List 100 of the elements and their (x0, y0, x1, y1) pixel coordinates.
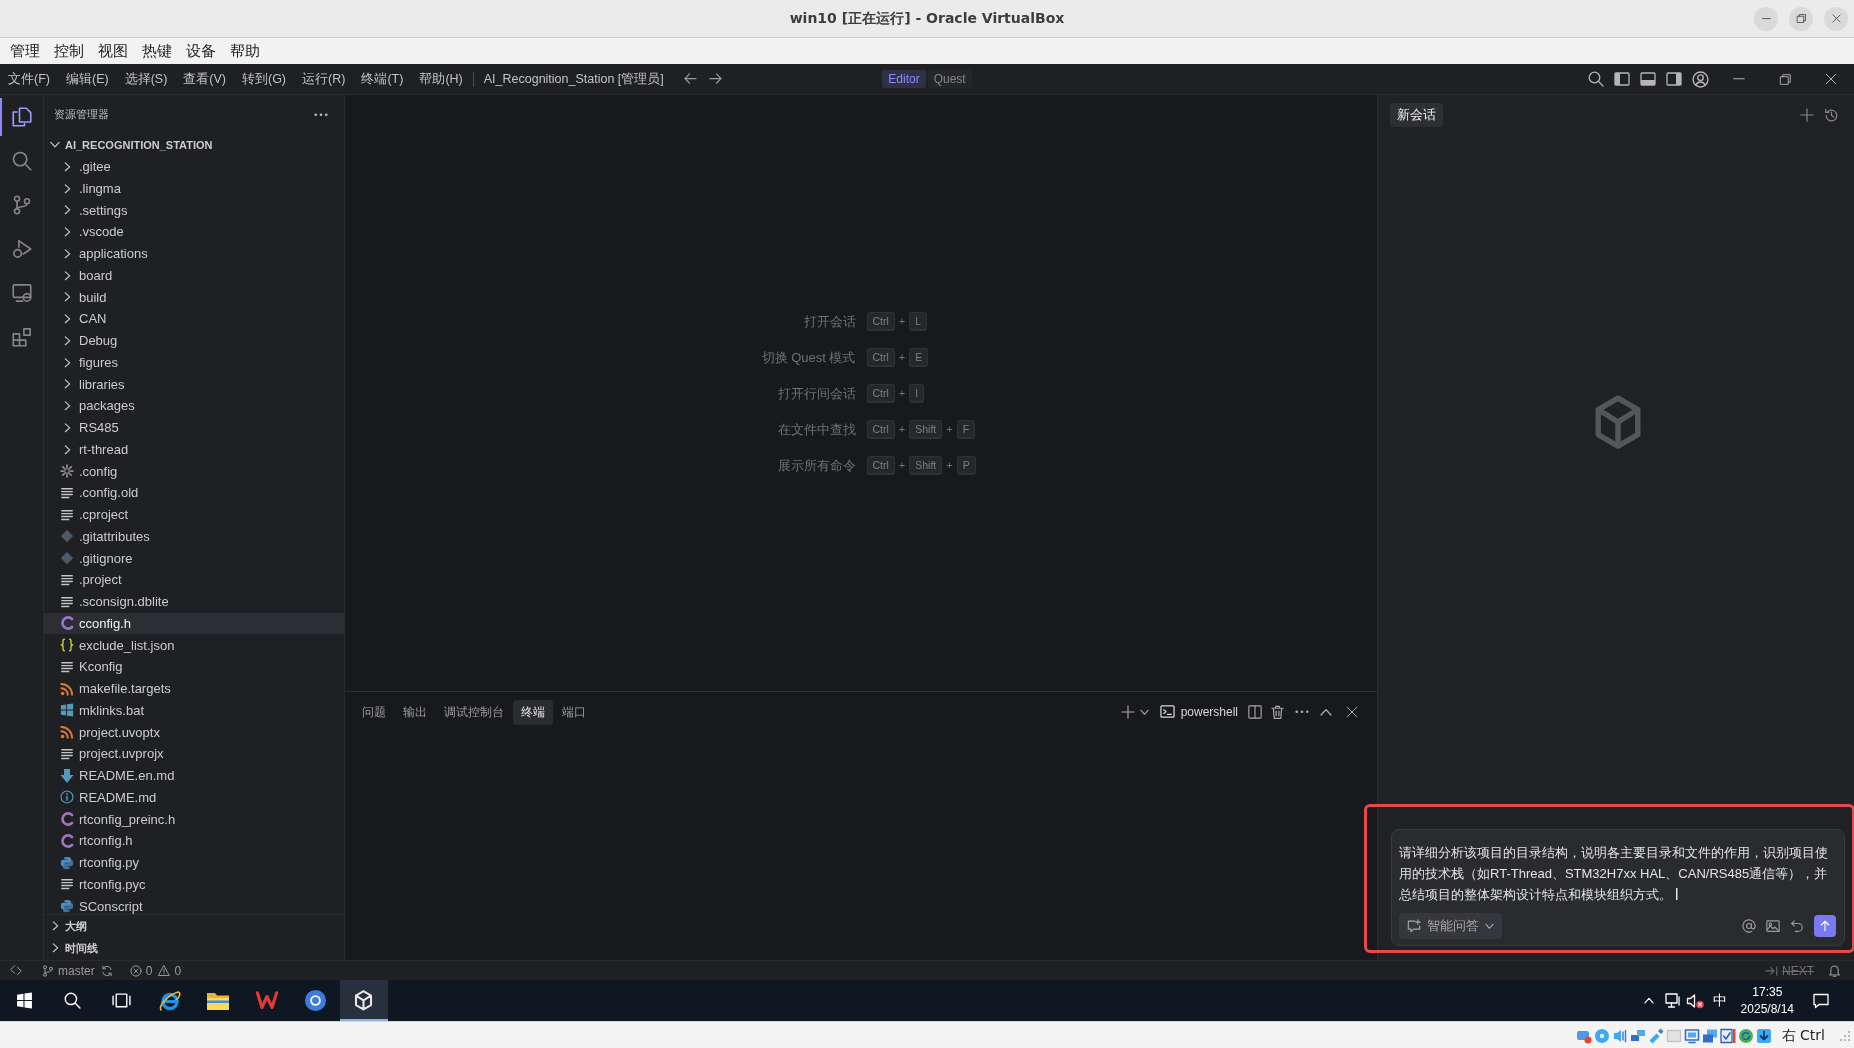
notification-icon[interactable] (1813, 992, 1829, 1009)
folder-item[interactable]: .settings (44, 199, 344, 221)
panel-tab[interactable]: 调试控制台 (436, 699, 512, 725)
folder-item[interactable]: rt-thread (44, 438, 344, 461)
section-header[interactable]: 大纲 (44, 915, 344, 937)
chevron-up-icon[interactable] (1320, 707, 1332, 717)
image-icon[interactable] (1766, 919, 1780, 933)
file-item[interactable]: exclude_list.json (44, 634, 344, 656)
more-icon[interactable] (1295, 710, 1309, 714)
error-count[interactable]: 0 (145, 963, 153, 978)
folder-item[interactable]: Debug (44, 329, 344, 352)
folder-item[interactable]: libraries (44, 373, 344, 395)
file-item[interactable]: .sconsign.dblite (44, 590, 344, 613)
trash-icon[interactable] (1271, 704, 1284, 720)
split-icon[interactable] (1248, 705, 1262, 719)
layout-left-icon[interactable] (1614, 72, 1630, 86)
menu-item[interactable]: 终端(T) (353, 70, 412, 88)
input-method-indicator[interactable]: 中 (1712, 991, 1727, 1010)
audio-icon[interactable] (1612, 1028, 1629, 1044)
mode-dropdown[interactable]: 智能问答 (1399, 913, 1502, 939)
menu-item[interactable]: 帮助 (223, 41, 267, 61)
file-item[interactable]: makefile.targets (44, 677, 344, 700)
panel-tab[interactable]: 问题 (354, 699, 394, 725)
menu-item[interactable]: 热键 (135, 41, 179, 61)
folder-item[interactable]: packages (44, 395, 344, 417)
two-screens-icon[interactable] (1630, 1028, 1647, 1044)
chat-input-field[interactable]: 请详细分析该项目的目录结构，说明各主要目录和文件的作用，识别项目使用的技术栈（如RT-Thread、STM32H7xx HAL、CAN/RS485通信等），并总结项目的整体架构设计特点和模块组织方式。 (1399, 842, 1839, 905)
project-root-item[interactable]: AI_RECOGNITION_STATION (44, 134, 344, 156)
branch-name[interactable]: master (58, 963, 95, 978)
at-sign-icon[interactable] (1742, 919, 1756, 933)
close-button[interactable] (1824, 6, 1848, 31)
checklist-icon[interactable] (1720, 1028, 1737, 1044)
file-item[interactable]: README.en.md (44, 764, 344, 787)
back-arrow-icon[interactable] (683, 73, 697, 85)
file-item[interactable]: README.md (44, 786, 344, 809)
folder-item[interactable]: CAN (44, 308, 344, 330)
menu-item[interactable]: 编辑(E) (57, 70, 117, 88)
folder-item[interactable]: board (44, 264, 344, 287)
folder-item[interactable]: .lingma (44, 177, 344, 200)
history-icon[interactable] (1824, 107, 1839, 123)
warning-count[interactable]: 0 (174, 963, 182, 978)
restore-button[interactable] (1789, 6, 1813, 31)
folder-item[interactable]: RS485 (44, 416, 344, 439)
account-icon[interactable] (1692, 70, 1709, 88)
file-item[interactable]: rtconfig_preinc.h (44, 808, 344, 830)
mode-toggle[interactable]: Editor (882, 70, 926, 88)
menu-item[interactable]: 设备 (179, 41, 223, 61)
speaker-muted-icon[interactable] (1685, 992, 1704, 1009)
folder-item[interactable]: .gitee (44, 155, 344, 178)
menu-item[interactable]: 控制 (47, 41, 91, 61)
sync-icon[interactable] (100, 964, 113, 977)
display-icon[interactable] (1684, 1028, 1701, 1044)
monitor-icon[interactable] (1664, 992, 1681, 1009)
hard-disk-icon[interactable] (1576, 1028, 1593, 1044)
file-item[interactable]: project.uvoptx (44, 721, 344, 743)
usb-stick-icon[interactable] (1648, 1028, 1665, 1044)
search-icon[interactable] (1588, 71, 1604, 87)
menu-item[interactable]: 管理 (3, 41, 47, 61)
menu-item[interactable]: 视图 (91, 41, 135, 61)
layout-right-icon[interactable] (1666, 72, 1682, 86)
taskbar-button[interactable] (339, 980, 388, 1021)
angle-brackets-icon[interactable] (10, 965, 22, 976)
menu-item[interactable]: 帮助(H) (411, 70, 471, 88)
plus-icon[interactable] (1120, 705, 1135, 719)
menu-item[interactable]: 转到(G) (234, 70, 295, 88)
menu-item[interactable]: 查看(V) (175, 70, 234, 88)
file-item[interactable]: Kconfig (44, 656, 344, 678)
send-button[interactable] (1814, 915, 1836, 937)
file-item[interactable]: rtconfig.h (44, 830, 344, 852)
bell-icon[interactable] (1828, 964, 1841, 977)
undo-icon[interactable] (1790, 919, 1804, 933)
file-item[interactable]: mklinks.bat (44, 699, 344, 722)
layout-bottom-icon[interactable] (1640, 72, 1656, 86)
file-item[interactable]: .project (44, 569, 344, 591)
file-item[interactable]: project.uvprojx (44, 743, 344, 765)
file-item[interactable]: rtconfig.pyc (44, 873, 344, 896)
download-icon[interactable] (1756, 1028, 1773, 1044)
panel-tab[interactable]: 端口 (554, 699, 594, 725)
file-item[interactable]: .config.old (44, 482, 344, 504)
stacked-windows-icon[interactable] (1702, 1028, 1719, 1044)
panel-tab[interactable]: 输出 (395, 699, 435, 725)
menu-item[interactable]: 选择(S) (116, 70, 176, 88)
file-item[interactable]: rtconfig.py (44, 851, 344, 874)
file-item[interactable]: cconfig.h (44, 612, 344, 635)
close-icon[interactable] (1346, 706, 1358, 718)
menu-item[interactable]: 文件(F) (0, 70, 58, 88)
panel-tab[interactable]: 终端 (513, 699, 553, 725)
folder-item[interactable]: figures (44, 351, 344, 374)
file-item[interactable]: SConscript (44, 895, 344, 914)
folder-item[interactable]: build (44, 286, 344, 308)
chevron-down-icon[interactable] (1139, 708, 1149, 716)
file-item[interactable]: .cproject (44, 503, 344, 526)
sync-circle-icon[interactable] (1738, 1028, 1755, 1044)
chat-tab[interactable]: 新会话 (1390, 103, 1443, 127)
mode-toggle[interactable]: Quest (927, 70, 972, 88)
section-header[interactable]: 时间线 (44, 937, 344, 959)
file-item[interactable]: .config (44, 460, 344, 482)
plus-icon[interactable] (1800, 108, 1814, 122)
folder-item[interactable]: .vscode (44, 221, 344, 243)
terminal-selector[interactable]: powershell (1159, 705, 1238, 719)
